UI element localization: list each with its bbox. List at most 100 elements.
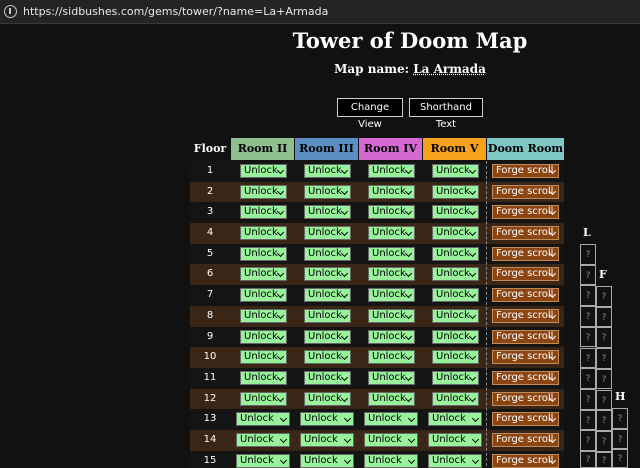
room-3-select[interactable]: Unlock [304,184,351,199]
doom-room-select[interactable]: Forge scroll [492,308,559,323]
site-info-icon[interactable] [4,5,17,18]
side-column-cell: ? [580,368,596,389]
doom-room-select[interactable]: Forge scroll [492,412,559,427]
room-5-select[interactable]: Unlock [432,184,479,199]
room-3-select[interactable]: Unlock [304,329,351,344]
room-5-select[interactable]: Unlock [428,412,482,427]
room-5-select[interactable]: Unlock [432,164,479,178]
floor-row: 15 Unlock Unlock Unlock Unlock Forge scroll [190,450,564,468]
room-3-select[interactable]: Unlock [304,288,351,303]
room-5-select[interactable]: Unlock [432,288,479,303]
room-2-select[interactable]: Unlock [240,164,287,178]
room-3-select[interactable]: Unlock [304,226,351,241]
doom-room-select[interactable]: Forge scroll [492,164,559,178]
room-2-select[interactable]: Unlock [240,329,287,344]
room-5-select[interactable]: Unlock [428,453,482,468]
room-2-select[interactable]: Unlock [236,453,290,468]
room-4-select[interactable]: Unlock [368,350,415,365]
doom-room-select[interactable]: Forge scroll [492,329,559,344]
room-5-select[interactable]: Unlock [432,391,479,406]
change-view-button[interactable]: Change View [337,98,403,130]
room-3-select[interactable]: Unlock [304,164,351,178]
doom-room-select[interactable]: Forge scroll [492,267,559,282]
room-5-select[interactable]: Unlock [432,246,479,261]
floor-number: 3 [206,206,214,218]
room-2-select[interactable]: Unlock [240,350,287,365]
room-2-select[interactable]: Unlock [240,246,287,261]
room-4-select[interactable]: Unlock [368,164,415,178]
room-2-select[interactable]: Unlock [240,391,287,406]
room-5-select[interactable]: Unlock [432,350,479,365]
doom-room-select[interactable]: Forge scroll [492,226,559,241]
side-column-cell: ? [596,389,612,411]
side-column-cell: ? [580,264,596,286]
doom-room-select[interactable]: Forge scroll [492,205,559,220]
room-2-select[interactable]: Unlock [240,288,287,303]
side-column-letter: L [583,226,591,239]
doom-room-select[interactable]: Forge scroll [492,391,559,406]
room-4-select[interactable]: Unlock [368,267,415,282]
side-column-cell: ? [596,410,612,431]
floor-row: 10 Unlock Unlock Unlock Unlock Forge scroll [190,347,564,368]
room-5-select[interactable]: Unlock [428,432,482,447]
room-2-select[interactable]: Unlock [240,184,287,199]
room-3-select[interactable]: Unlock [304,350,351,365]
floor-number: 7 [206,289,214,301]
room-2-select[interactable]: Unlock [240,226,287,241]
doom-room-select[interactable]: Forge scroll [492,246,559,261]
url-text[interactable]: https://sidbushes.com/gems/tower/?name=L… [23,5,328,18]
browser-address-bar[interactable]: https://sidbushes.com/gems/tower/?name=L… [0,0,640,24]
room-3-select[interactable]: Unlock [304,391,351,406]
room-4-select[interactable]: Unlock [368,288,415,303]
room-5-select[interactable]: Unlock [432,370,479,385]
room-3-select[interactable]: Unlock [300,432,354,447]
doom-room-select[interactable]: Forge scroll [492,370,559,385]
room-2-select[interactable]: Unlock [240,267,287,282]
room-5-select[interactable]: Unlock [432,226,479,241]
floor-row: 8 Unlock Unlock Unlock Unlock Forge scroll [190,305,564,327]
side-column-cell: ? [580,430,596,451]
floor-number: 12 [203,392,217,404]
room-2-select[interactable]: Unlock [240,205,287,220]
side-column-cell: ? [596,368,612,390]
floor-number: 15 [203,454,217,466]
room-2-select[interactable]: Unlock [236,432,290,447]
floor-table-body: 1 Unlock Unlock Unlock Unlock Forge scroll 2 Un… [190,161,564,468]
doom-room-select[interactable]: Forge scroll [492,350,559,365]
room-3-select[interactable]: Unlock [304,267,351,282]
room-4-select[interactable]: Unlock [368,226,415,241]
doom-room-select[interactable]: Forge scroll [492,288,559,303]
room-2-select[interactable]: Unlock [236,412,290,427]
floor-number: 10 [203,351,217,363]
room-4-select[interactable]: Unlock [364,453,418,468]
room-2-select[interactable]: Unlock [240,308,287,323]
shorthand-text-button[interactable]: Shorthand Text [409,98,483,130]
side-column-letter: H [615,390,626,403]
room-4-select[interactable]: Unlock [368,391,415,406]
room-4-select[interactable]: Unlock [368,308,415,323]
room-3-select[interactable]: Unlock [304,370,351,385]
room-4-select[interactable]: Unlock [368,329,415,344]
room-5-select[interactable]: Unlock [432,329,479,344]
room-5-select[interactable]: Unlock [432,205,479,220]
room-4-select[interactable]: Unlock [368,205,415,220]
header-floor: Floor [193,142,227,155]
room-4-select[interactable]: Unlock [364,432,418,447]
side-column-letter: F [599,268,607,281]
floor-row: 3 Unlock Unlock Unlock Unlock Forge scroll [190,202,564,224]
room-4-select[interactable]: Unlock [368,246,415,261]
room-4-select[interactable]: Unlock [364,412,418,427]
room-3-select[interactable]: Unlock [300,453,354,468]
room-2-select[interactable]: Unlock [240,370,287,385]
room-5-select[interactable]: Unlock [432,267,479,282]
doom-room-select[interactable]: Forge scroll [492,453,559,468]
room-3-select[interactable]: Unlock [304,205,351,220]
room-3-select[interactable]: Unlock [304,246,351,261]
room-4-select[interactable]: Unlock [368,184,415,199]
doom-room-select[interactable]: Forge scroll [492,184,559,199]
room-3-select[interactable]: Unlock [300,412,354,427]
doom-room-select[interactable]: Forge scroll [492,432,559,447]
room-3-select[interactable]: Unlock [304,308,351,323]
room-4-select[interactable]: Unlock [368,370,415,385]
room-5-select[interactable]: Unlock [432,308,479,323]
